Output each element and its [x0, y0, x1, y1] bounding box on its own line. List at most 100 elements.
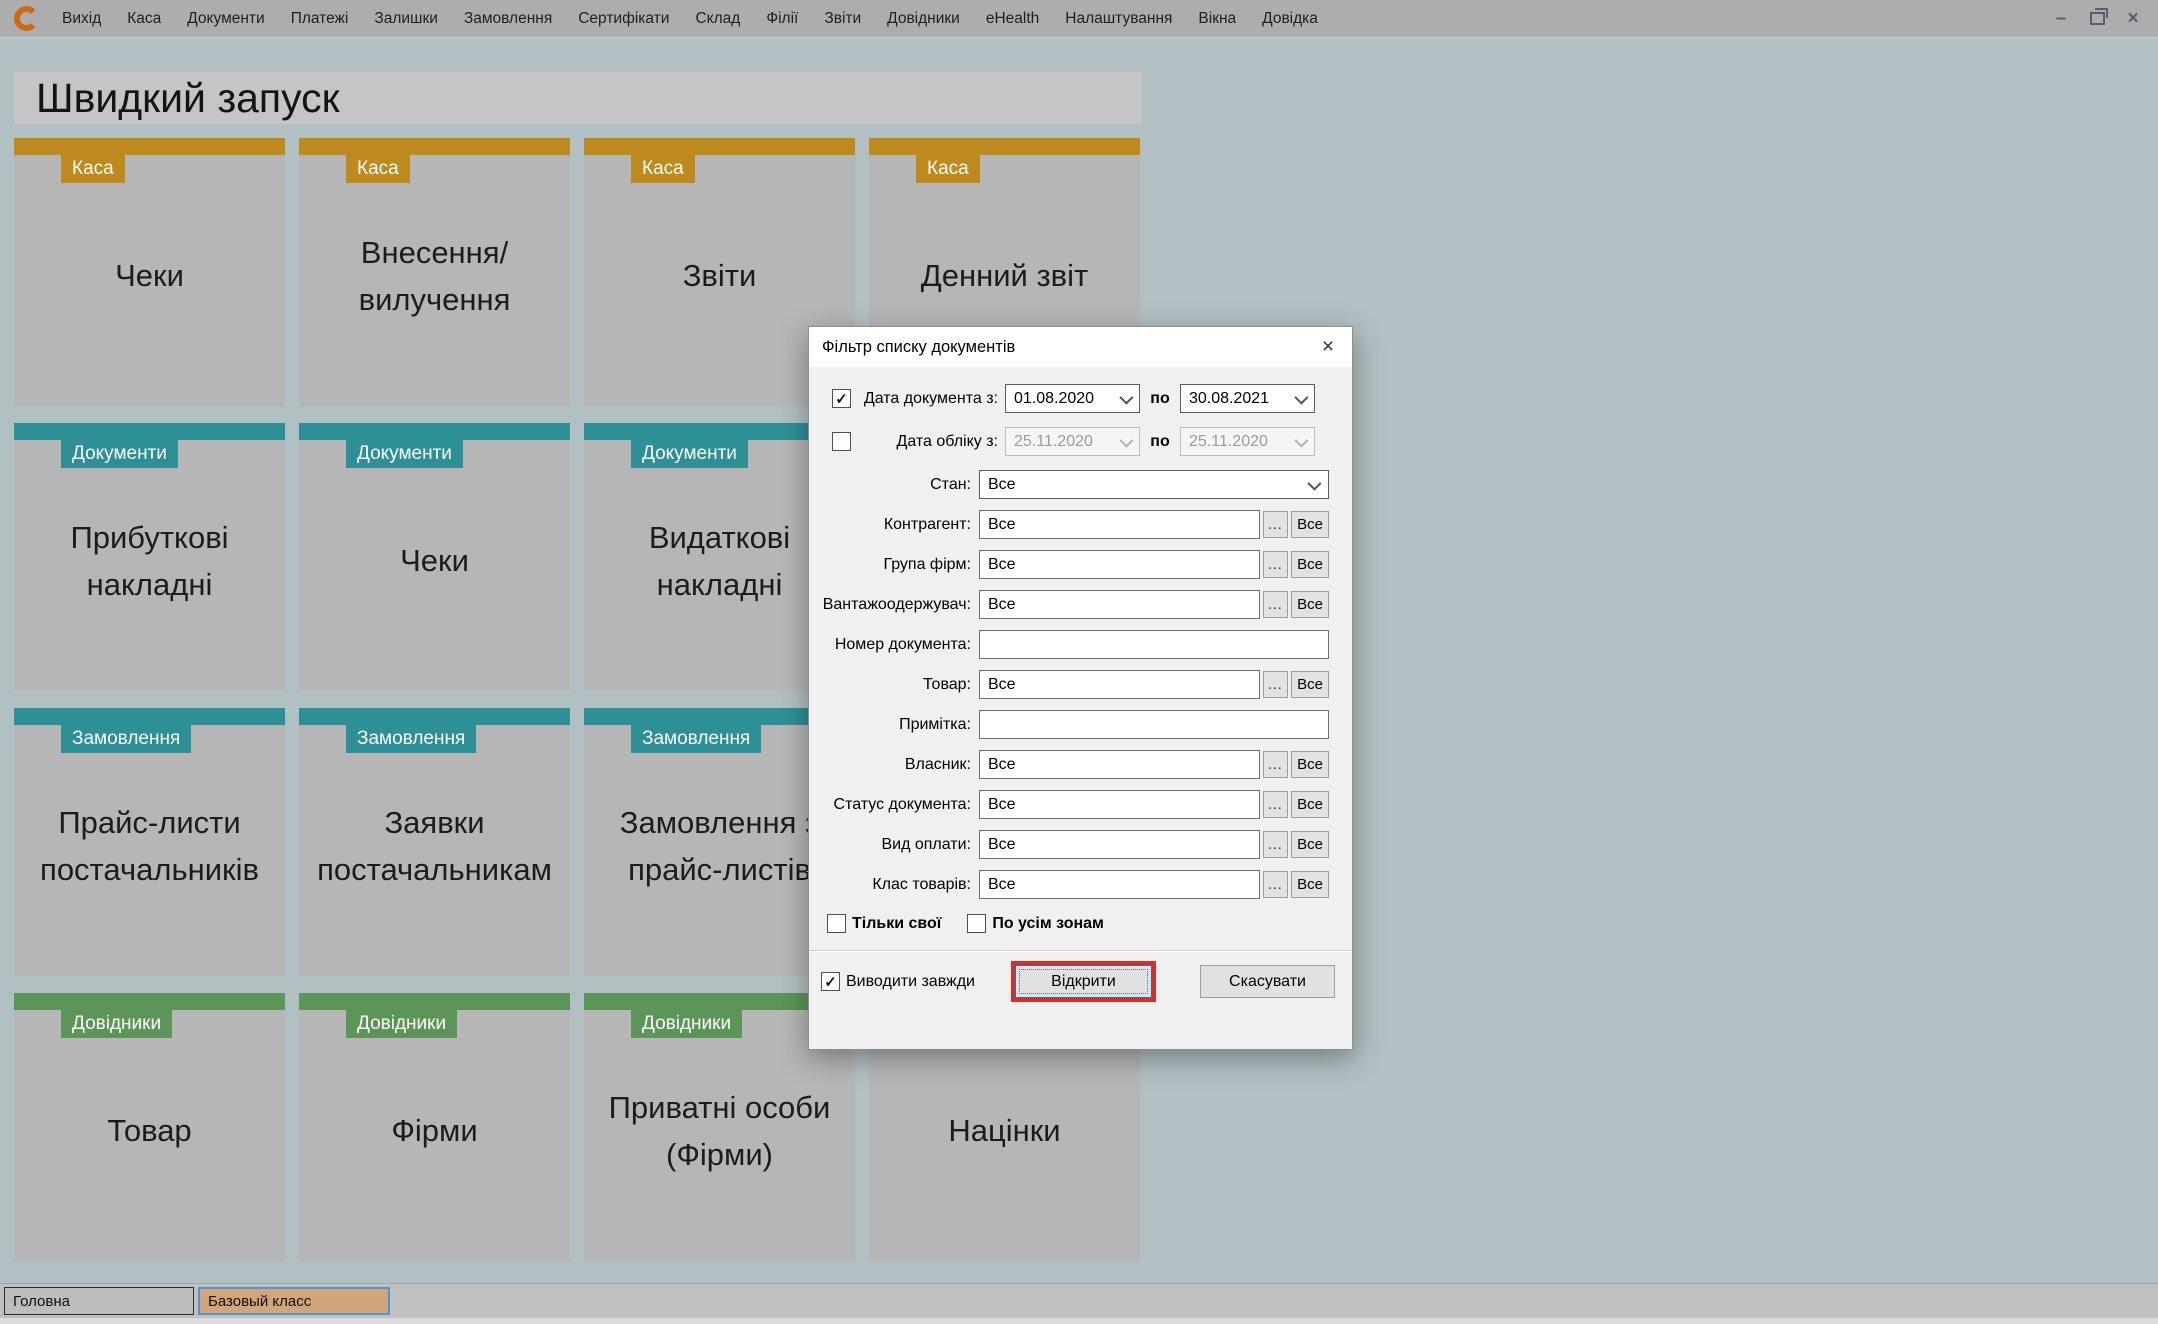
- field-label: Клас товарів:: [872, 875, 971, 893]
- lookup-all-button[interactable]: Все: [1291, 831, 1329, 858]
- menu-item[interactable]: Філії: [753, 0, 811, 37]
- tile[interactable]: Документи Прибуткові накладні: [14, 423, 285, 691]
- bottom-strip: [0, 1318, 2158, 1324]
- lookup-more-button[interactable]: …: [1263, 671, 1288, 698]
- filter-field-row: Товар: …Все: [809, 670, 1352, 699]
- lookup-all-button[interactable]: Все: [1291, 791, 1329, 818]
- menu-item[interactable]: eHealth: [973, 0, 1052, 37]
- window-controls: – ×: [2046, 4, 2148, 34]
- lookup-more-button[interactable]: …: [1263, 831, 1288, 858]
- lookup-all-button[interactable]: Все: [1291, 871, 1329, 898]
- status-tab-base-class[interactable]: Базовый класс: [198, 1287, 390, 1315]
- tile[interactable]: Каса Внесення/вилучення: [299, 138, 570, 406]
- lookup-more-button[interactable]: …: [1263, 791, 1288, 818]
- field-input[interactable]: [979, 870, 1260, 899]
- lookup-more-button[interactable]: …: [1263, 591, 1288, 618]
- tile-category-bar: [584, 138, 855, 155]
- tile-label: Прайс-листи постачальників: [40, 805, 259, 887]
- menu-item[interactable]: Вікна: [1185, 0, 1249, 37]
- restore-icon: [2089, 8, 2108, 25]
- tile[interactable]: Довідники Фірми: [299, 993, 570, 1261]
- lookup-more-button[interactable]: …: [1263, 871, 1288, 898]
- field-label: Вантажоодержувач:: [822, 595, 971, 613]
- minimize-button[interactable]: –: [2046, 4, 2076, 34]
- field-input[interactable]: [979, 590, 1260, 619]
- field-input[interactable]: [979, 550, 1260, 579]
- close-button[interactable]: ×: [2118, 4, 2148, 34]
- field-input[interactable]: [979, 630, 1329, 659]
- filter-field-row: Примітка:: [809, 710, 1352, 739]
- date-filter-checkbox[interactable]: [832, 432, 851, 451]
- menu-item[interactable]: Залишки: [361, 0, 451, 37]
- tile-category-bar: [14, 708, 285, 725]
- tile-label: Чеки: [400, 543, 469, 579]
- field-label: Примітка:: [899, 715, 971, 733]
- lookup-more-button[interactable]: …: [1263, 551, 1288, 578]
- option-checkbox[interactable]: [827, 914, 846, 933]
- cancel-button[interactable]: Скасувати: [1200, 965, 1335, 998]
- menu-item[interactable]: Довідники: [874, 0, 973, 37]
- menu-item[interactable]: Сертифікати: [565, 0, 682, 37]
- dialog-title-bar: Фільтр списку документів ×: [809, 327, 1352, 367]
- lookup-all-button[interactable]: Все: [1291, 591, 1329, 618]
- field-input[interactable]: [979, 710, 1329, 739]
- lookup-all-button[interactable]: Все: [1291, 751, 1329, 778]
- restore-button[interactable]: [2082, 4, 2112, 34]
- dialog-close-button[interactable]: ×: [1304, 327, 1352, 367]
- menu-item[interactable]: Довідка: [1249, 0, 1331, 37]
- tile-category-bar: [299, 138, 570, 155]
- field-label: Вид оплати:: [881, 835, 971, 853]
- tile-label: Внесення/вилучення: [358, 235, 511, 317]
- menu-item[interactable]: Каса: [114, 0, 174, 37]
- chevron-down-icon: [1119, 390, 1134, 405]
- quick-launch-title-panel: Швидкий запуск: [14, 72, 1142, 124]
- field-label: Номер документа:: [834, 635, 971, 653]
- tile[interactable]: Каса Чеки: [14, 138, 285, 406]
- lookup-all-button[interactable]: Все: [1291, 671, 1329, 698]
- state-select[interactable]: Все: [979, 470, 1329, 499]
- filter-field-row: Власник: …Все: [809, 750, 1352, 779]
- date-to-combo[interactable]: 30.08.2021: [1180, 384, 1315, 413]
- option-checkbox-row: Тільки свої По усім зонам: [827, 910, 1352, 937]
- always-show-checkbox[interactable]: ✓: [821, 972, 840, 991]
- tile-label: Заявки постачальникам: [317, 805, 552, 887]
- tile-label: Товар: [107, 1113, 192, 1149]
- field-label: Група фірм:: [883, 555, 971, 573]
- tile[interactable]: Замовлення Заявки постачальникам: [299, 708, 570, 976]
- menu-item[interactable]: Склад: [682, 0, 753, 37]
- field-input[interactable]: [979, 830, 1260, 859]
- tile[interactable]: Документи Чеки: [299, 423, 570, 691]
- field-input[interactable]: [979, 670, 1260, 699]
- tile[interactable]: Довідники Товар: [14, 993, 285, 1261]
- status-bar: Головна Базовый класс: [0, 1283, 2158, 1319]
- date-filter-checkbox[interactable]: ✓: [832, 389, 851, 408]
- field-input[interactable]: [979, 750, 1260, 779]
- lookup-all-button[interactable]: Все: [1291, 511, 1329, 538]
- tile[interactable]: Замовлення Прайс-листи постачальників: [14, 708, 285, 976]
- lookup-more-button[interactable]: …: [1263, 751, 1288, 778]
- filter-field-row: Вантажоодержувач: …Все: [809, 590, 1352, 619]
- lookup-all-button[interactable]: Все: [1291, 551, 1329, 578]
- date-to-label: по: [1150, 432, 1170, 450]
- page-title: Швидкий запуск: [36, 74, 340, 121]
- menu-item[interactable]: Замовлення: [451, 0, 565, 37]
- menu-item[interactable]: Звіти: [811, 0, 874, 37]
- menu-item[interactable]: Налаштування: [1052, 0, 1185, 37]
- status-tab-main[interactable]: Головна: [4, 1287, 194, 1315]
- field-label: Стан:: [930, 475, 971, 493]
- always-show-label: Виводити завжди: [846, 972, 975, 990]
- field-input-group: …Все: [979, 790, 1329, 819]
- option-checkbox[interactable]: [967, 914, 987, 933]
- dialog-title: Фільтр списку документів: [822, 337, 1016, 356]
- menu-item[interactable]: Платежі: [278, 0, 362, 37]
- lookup-more-button[interactable]: …: [1263, 511, 1288, 538]
- field-input[interactable]: [979, 790, 1260, 819]
- menu-item[interactable]: Документи: [174, 0, 277, 37]
- field-input[interactable]: [979, 510, 1260, 539]
- date-from-combo[interactable]: 01.08.2020: [1005, 384, 1140, 413]
- separator: [809, 950, 1352, 952]
- open-button[interactable]: Відкрити: [1011, 961, 1156, 1002]
- menu-item[interactable]: Вихід: [49, 0, 114, 37]
- tile-label: Прибуткові накладні: [70, 520, 229, 602]
- app-logo-icon: [14, 6, 39, 31]
